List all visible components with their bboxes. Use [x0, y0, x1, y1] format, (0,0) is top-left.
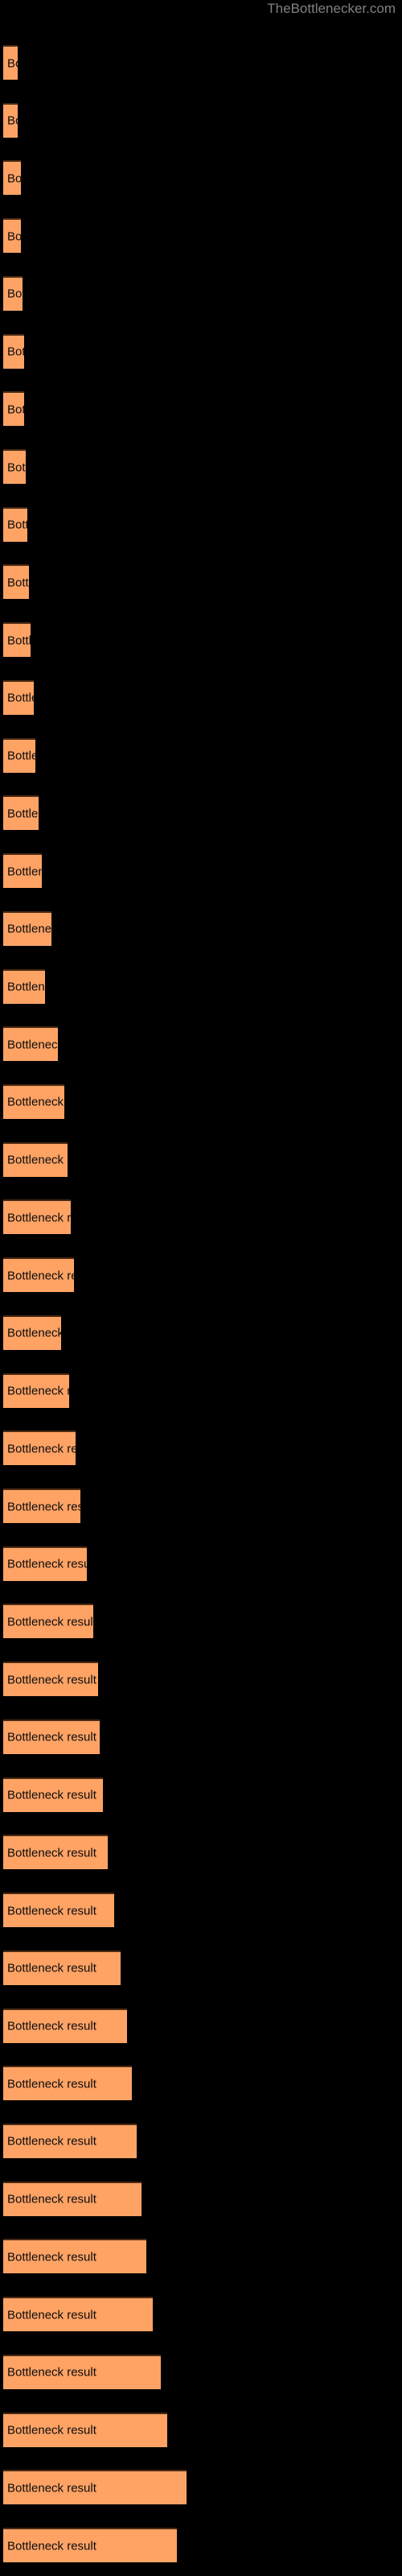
- bar-label: Bottleneck result: [7, 1788, 96, 1802]
- bar[interactable]: Bottleneck result: [3, 275, 23, 311]
- bar[interactable]: Bottleneck result: [3, 2297, 153, 2332]
- bar[interactable]: Bottleneck result: [3, 45, 18, 80]
- bar-label: Bottleneck result: [7, 1211, 71, 1225]
- bar[interactable]: Bottleneck result: [3, 564, 29, 600]
- bar-label: Bottleneck result: [7, 1615, 93, 1629]
- bar[interactable]: Bottleneck result: [3, 1893, 114, 1928]
- bar[interactable]: Bottleneck result: [3, 333, 24, 369]
- bar-chart: Bottleneck result Bottleneck result Bottle…: [0, 0, 402, 2576]
- bar-label: Bottleneck result: [7, 1846, 96, 1860]
- bar-label: Bottleneck result: [7, 2481, 96, 2496]
- bar[interactable]: Bottleneck result: [3, 1488, 80, 1524]
- bar[interactable]: Bottleneck result: [3, 1950, 121, 1985]
- bar-label: Bottleneck result: [7, 807, 39, 821]
- bar[interactable]: Bottleneck result: [3, 1315, 61, 1350]
- bar[interactable]: Bottleneck result: [3, 1777, 103, 1812]
- bar-label: Bottleneck result: [7, 691, 34, 705]
- bar-label: Bottleneck result: [7, 114, 18, 128]
- bar-label: Bottleneck result: [7, 980, 45, 994]
- bar-label: Bottleneck result: [7, 460, 26, 475]
- bar-label: Bottleneck result: [7, 2019, 96, 2033]
- bar[interactable]: Bottleneck result: [3, 853, 42, 889]
- bar-label: Bottleneck result: [7, 1557, 87, 1571]
- bar-label: Bottleneck result: [7, 2308, 96, 2322]
- bar-label: Bottleneck result: [7, 1038, 58, 1052]
- bar-label: Bottleneck result: [7, 749, 35, 763]
- bar-label: Bottleneck result: [7, 345, 24, 359]
- bar-label: Bottleneck result: [7, 1384, 69, 1398]
- bar[interactable]: Bottleneck result: [3, 2123, 137, 2158]
- bar-label: Bottleneck result: [7, 922, 51, 936]
- bar[interactable]: Bottleneck result: [3, 2412, 167, 2447]
- bar-label: Bottleneck result: [7, 1326, 61, 1340]
- bar-label: Bottleneck result: [7, 1730, 96, 1744]
- bar[interactable]: Bottleneck result: [3, 622, 31, 658]
- bar[interactable]: Bottleneck result: [3, 1546, 87, 1581]
- bar-label: Bottleneck result: [7, 634, 31, 648]
- bar[interactable]: Bottleneck result: [3, 1141, 68, 1177]
- bar[interactable]: Bottleneck result: [3, 1662, 98, 1697]
- bar[interactable]: Bottleneck result: [3, 218, 21, 254]
- bar[interactable]: Bottleneck result: [3, 1835, 108, 1870]
- bar[interactable]: Bottleneck result: [3, 2239, 146, 2274]
- bar-label: Bottleneck result: [7, 518, 27, 532]
- bar-label: Bottleneck result: [7, 1673, 96, 1687]
- bar-label: Bottleneck result: [7, 2423, 96, 2438]
- bar[interactable]: Bottleneck result: [3, 737, 35, 773]
- bar[interactable]: Bottleneck result: [3, 391, 24, 427]
- bar-label: Bottleneck result: [7, 2192, 96, 2207]
- bar[interactable]: Bottleneck result: [3, 2066, 132, 2101]
- bar[interactable]: Bottleneck result: [3, 1084, 64, 1119]
- bar-label: Bottleneck result: [7, 171, 21, 186]
- bar-label: Bottleneck result: [7, 56, 18, 70]
- bar-label: Bottleneck result: [7, 1961, 96, 1975]
- bar[interactable]: Bottleneck result: [3, 795, 39, 831]
- bar-label: Bottleneck result: [7, 229, 21, 244]
- bar[interactable]: Bottleneck result: [3, 1604, 93, 1639]
- bar-label: Bottleneck result: [7, 287, 23, 301]
- bar-label: Bottleneck result: [7, 576, 29, 590]
- bar[interactable]: Bottleneck result: [3, 1199, 71, 1235]
- bar-label: Bottleneck result: [7, 865, 42, 879]
- bar[interactable]: Bottleneck result: [3, 449, 26, 485]
- bar[interactable]: Bottleneck result: [3, 2354, 161, 2389]
- bar-label: Bottleneck result: [7, 2365, 96, 2380]
- bar[interactable]: Bottleneck result: [3, 679, 34, 715]
- bar[interactable]: Bottleneck result: [3, 1026, 58, 1062]
- bar-label: Bottleneck result: [7, 2539, 96, 2553]
- bar[interactable]: Bottleneck result: [3, 1430, 76, 1466]
- bar-label: Bottleneck result: [7, 2077, 96, 2091]
- bar-label: Bottleneck result: [7, 1095, 64, 1109]
- bar-label: Bottleneck result: [7, 1153, 68, 1167]
- bar-label: Bottleneck result: [7, 1500, 80, 1514]
- bar[interactable]: Bottleneck result: [3, 1373, 69, 1408]
- bar-label: Bottleneck result: [7, 2134, 96, 2149]
- bar[interactable]: Bottleneck result: [3, 910, 51, 946]
- bar-label: Bottleneck result: [7, 1269, 74, 1283]
- bar[interactable]: Bottleneck result: [3, 2528, 177, 2562]
- bar[interactable]: Bottleneck result: [3, 506, 27, 542]
- bar-label: Bottleneck result: [7, 2250, 96, 2264]
- bar[interactable]: Bottleneck result: [3, 2008, 127, 2043]
- bar[interactable]: Bottleneck result: [3, 1719, 100, 1754]
- bar[interactable]: Bottleneck result: [3, 2181, 142, 2216]
- bar[interactable]: Bottleneck result: [3, 2470, 187, 2505]
- bar-label: Bottleneck result: [7, 1442, 76, 1456]
- bar[interactable]: Bottleneck result: [3, 160, 21, 196]
- bar[interactable]: Bottleneck result: [3, 1257, 74, 1293]
- bar[interactable]: Bottleneck result: [3, 102, 18, 138]
- bar-label: Bottleneck result: [7, 402, 24, 417]
- bar[interactable]: Bottleneck result: [3, 968, 45, 1004]
- bar-label: Bottleneck result: [7, 1904, 96, 1918]
